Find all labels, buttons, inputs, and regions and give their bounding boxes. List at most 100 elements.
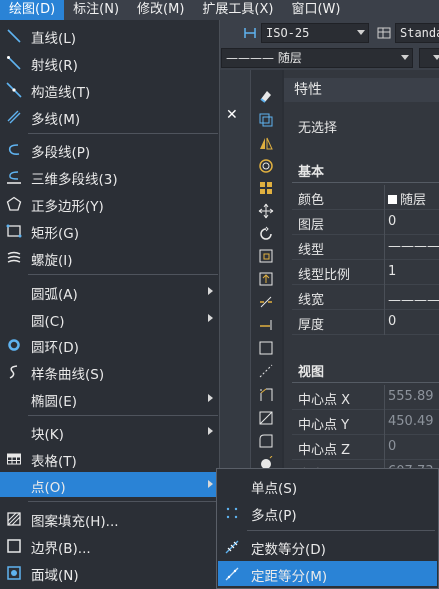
scale-icon[interactable] xyxy=(258,248,274,264)
menu-item-ray[interactable]: 射线(R) xyxy=(0,50,220,75)
tablestyle-combo[interactable]: Standa xyxy=(395,23,439,43)
tablestyle-value: Standa xyxy=(400,26,439,40)
measure-icon xyxy=(224,566,240,582)
submenu-arrow-icon xyxy=(208,427,213,435)
menu-item-table[interactable]: 表格(T) xyxy=(0,446,220,471)
dimstyle-icon xyxy=(243,26,257,40)
extend-icon[interactable] xyxy=(258,317,274,333)
prop-row-center-x[interactable]: 中心点 X 555.89 xyxy=(292,385,439,410)
stretch-icon[interactable] xyxy=(258,271,274,287)
chamfer-icon[interactable] xyxy=(258,387,274,403)
fillet-icon[interactable] xyxy=(258,410,274,426)
xline-icon xyxy=(6,82,22,98)
section-view[interactable]: 视图 xyxy=(292,363,439,383)
tablestyle-icon xyxy=(377,26,391,40)
trim-icon[interactable] xyxy=(258,294,274,310)
selection-state[interactable]: 无选择 xyxy=(298,117,337,136)
prop-row-color[interactable]: 颜色 随层 xyxy=(292,185,439,210)
menu-item-label: 构造线(T) xyxy=(31,85,91,101)
menu-item-label: 螺旋(I) xyxy=(31,253,73,269)
menu-item-xline[interactable]: 构造线(T) xyxy=(0,77,220,102)
menu-item-label: 椭圆(E) xyxy=(31,394,78,410)
submenu-item-multiple-points[interactable]: 多点(P) xyxy=(218,500,437,525)
menu-window[interactable]: 窗口(W) xyxy=(282,0,349,20)
prop-key: 中心点 Z xyxy=(298,443,351,458)
menu-item-spline[interactable]: 样条曲线(S) xyxy=(0,359,220,384)
menu-item-label: 边界(B)... xyxy=(31,541,91,557)
menu-draw[interactable]: 绘图(D) xyxy=(0,0,65,20)
menu-item-arc[interactable]: 圆弧(A) xyxy=(0,279,220,304)
menu-item-mline[interactable]: 多线(M) xyxy=(0,104,220,129)
menu-item-block[interactable]: 块(K) xyxy=(0,419,220,444)
menu-item-boundary[interactable]: 边界(B)... xyxy=(0,533,220,558)
menu-modify[interactable]: 修改(M) xyxy=(128,0,193,20)
close-icon[interactable]: ✕ xyxy=(226,107,238,123)
menu-item-circle[interactable]: 圆(C) xyxy=(0,306,220,331)
menu-item-donut[interactable]: 圆环(D) xyxy=(0,332,220,357)
mirror-icon[interactable] xyxy=(258,136,274,152)
chevron-down-icon xyxy=(433,55,439,60)
menu-divider xyxy=(28,415,218,416)
menu-item-point[interactable]: 点(O) xyxy=(0,472,220,497)
prop-row-center-y[interactable]: 中心点 Y 450.49 xyxy=(292,410,439,435)
menu-item-region[interactable]: 面域(N) xyxy=(0,560,220,585)
prop-row-ltscale[interactable]: 线型比例 1 xyxy=(292,260,439,285)
boundary-icon xyxy=(6,538,22,554)
submenu-item-label: 单点(S) xyxy=(251,481,298,497)
polyline-icon xyxy=(6,142,22,158)
blend-icon[interactable] xyxy=(258,433,274,449)
menu-extend-tools[interactable]: 扩展工具(X) xyxy=(193,0,282,20)
menu-dimension[interactable]: 标注(N) xyxy=(64,0,128,20)
menu-item-label: 表格(T) xyxy=(31,454,77,470)
mline-icon xyxy=(6,109,22,125)
menu-item-label: 三维多段线(3) xyxy=(31,172,118,188)
submenu-item-label: 多点(P) xyxy=(251,508,297,524)
menu-item-hatch[interactable]: 图案填充(H)... xyxy=(0,506,220,531)
array-icon[interactable] xyxy=(258,180,274,196)
rotate-icon[interactable] xyxy=(258,226,274,242)
join-icon[interactable] xyxy=(258,363,274,379)
menu-divider xyxy=(28,274,218,275)
submenu-arrow-icon xyxy=(208,314,213,322)
menu-item-label: 圆(C) xyxy=(31,314,65,330)
menu-divider xyxy=(28,501,218,502)
menu-item-3dpolyline[interactable]: 三维多段线(3) xyxy=(0,164,220,189)
menu-item-polyline[interactable]: 多段线(P) xyxy=(0,137,220,162)
submenu-item-measure[interactable]: 定距等分(M) xyxy=(218,561,437,586)
3dpolyline-icon xyxy=(6,169,22,185)
menu-item-rectangle[interactable]: 矩形(G) xyxy=(0,218,220,243)
prop-key: 线型比例 xyxy=(298,268,351,283)
multiple-points-icon xyxy=(224,505,240,521)
prop-row-lineweight[interactable]: 线宽 ———— 随 xyxy=(292,285,439,310)
prop-value: 随层 xyxy=(388,189,426,208)
submenu-item-divide[interactable]: 定数等分(D) xyxy=(218,534,437,559)
linetype-value: ———— 随层 xyxy=(226,51,302,65)
section-basic[interactable]: 基本 xyxy=(292,163,439,183)
linetype-combo[interactable]: ———— 随层 xyxy=(221,48,413,68)
prop-row-thickness[interactable]: 厚度 0 xyxy=(292,310,439,335)
prop-value: ———— xyxy=(388,239,439,254)
prop-row-layer[interactable]: 图层 0 xyxy=(292,210,439,235)
prop-row-linetype[interactable]: 线型 ———— xyxy=(292,235,439,260)
prop-value: ———— 随 xyxy=(388,293,439,308)
submenu-arrow-icon xyxy=(208,287,213,295)
break-icon[interactable] xyxy=(258,340,274,356)
menu-item-helix[interactable]: 螺旋(I) xyxy=(0,245,220,270)
menu-item-line[interactable]: 直线(L) xyxy=(0,23,220,48)
dimstyle-combo[interactable]: ISO-25 xyxy=(261,23,369,43)
submenu-item-single-point[interactable]: 单点(S) xyxy=(218,473,437,498)
point-submenu: 单点(S) 多点(P) 定数等分(D) 定距等分(M) xyxy=(216,468,439,589)
polygon-icon xyxy=(6,196,22,212)
offset-icon[interactable] xyxy=(258,158,274,174)
erase-icon[interactable] xyxy=(258,88,274,104)
menu-item-label: 块(K) xyxy=(31,427,64,443)
copy-icon[interactable] xyxy=(258,112,274,128)
menu-item-polygon[interactable]: 正多边形(Y) xyxy=(0,191,220,216)
prop-key: 图层 xyxy=(298,218,325,233)
move-icon[interactable] xyxy=(258,203,274,219)
menu-item-ellipse[interactable]: 椭圆(E) xyxy=(0,386,220,411)
prop-row-center-z[interactable]: 中心点 Z 0 xyxy=(292,435,439,460)
prop-value: 555.89 xyxy=(388,389,434,404)
linetype-combo-2[interactable] xyxy=(419,48,439,68)
color-swatch-icon xyxy=(388,195,397,204)
